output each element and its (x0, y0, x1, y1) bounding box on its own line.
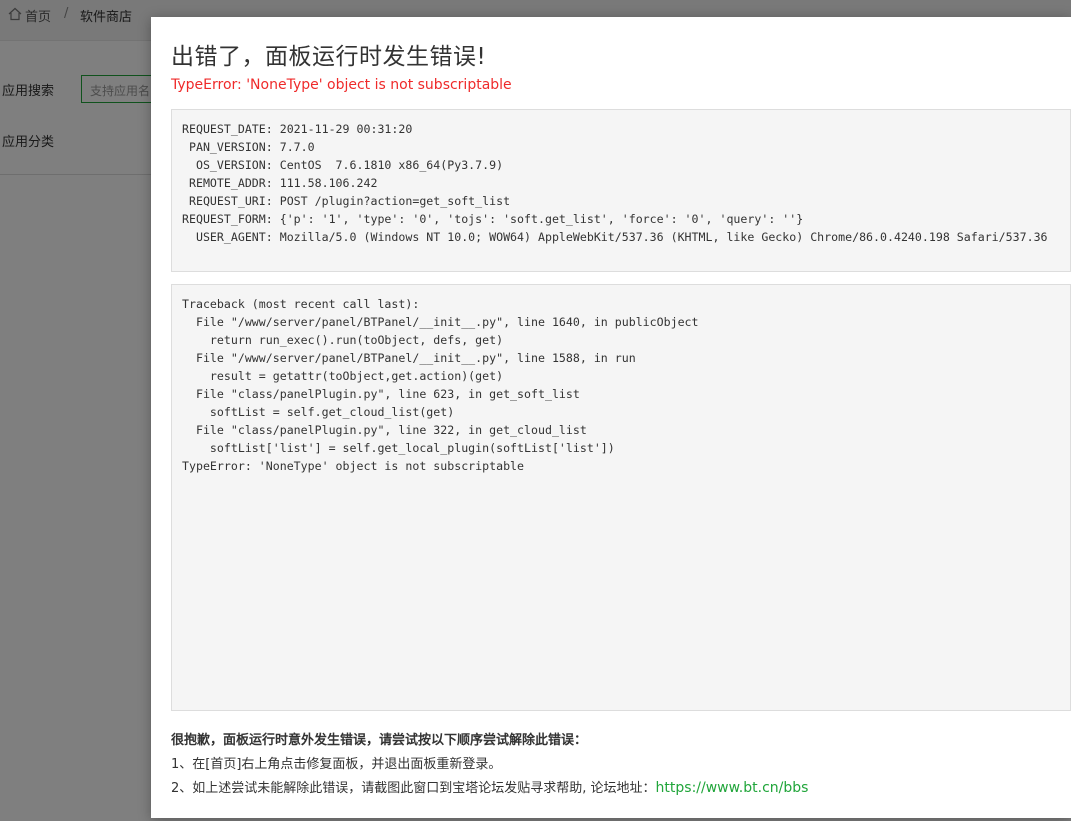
request-info-line: REQUEST_URI: POST /plugin?action=get_sof… (182, 194, 511, 208)
request-info-lines: REQUEST_DATE: 2021-11-29 00:31:20 PAN_VE… (182, 120, 1048, 246)
traceback-line: File "class/panelPlugin.py", line 322, i… (182, 423, 587, 437)
traceback-line: File "class/panelPlugin.py", line 623, i… (182, 387, 580, 401)
request-info-line: REQUEST_DATE: 2021-11-29 00:31:20 (182, 122, 413, 136)
help-step-1: 1、在[首页]右上角点击修复面板，并退出面板重新登录。 (171, 757, 502, 772)
request-info-line: REQUEST_FORM: {'p': '1', 'type': '0', 't… (182, 212, 804, 226)
request-info-line: USER_AGENT: Mozilla/5.0 (Windows NT 10.0… (182, 230, 1048, 244)
request-info-line: REMOTE_ADDR: 111.58.106.242 (182, 176, 378, 190)
error-dialog: 出错了，面板运行时发生错误! TypeError: 'NoneType' obj… (151, 17, 1071, 818)
traceback-line: File "/www/server/panel/BTPanel/__init__… (182, 315, 699, 329)
request-info-line: OS_VERSION: CentOS 7.6.1810 x86_64(Py3.7… (182, 158, 504, 172)
traceback-line: return run_exec().run(toObject, defs, ge… (182, 333, 504, 347)
request-info-line: PAN_VERSION: 7.7.0 (182, 140, 315, 154)
help-title: 很抱歉，面板运行时意外发生错误，请尝试按以下顺序尝试解除此错误： (171, 733, 588, 748)
help-step-2-text: 2、如上述尝试未能解除此错误，请截图此窗口到宝塔论坛发贴寻求帮助, 论坛地址： (171, 781, 656, 796)
forum-link[interactable]: https://www.bt.cn/bbs (656, 780, 809, 796)
traceback-line: softList = self.get_cloud_list(get) (182, 405, 455, 419)
traceback-line: result = getattr(toObject,get.action)(ge… (182, 369, 504, 383)
traceback-line: TypeError: 'NoneType' object is not subs… (182, 459, 525, 473)
traceback-line: softList['list'] = self.get_local_plugin… (182, 441, 615, 455)
error-message: TypeError: 'NoneType' object is not subs… (171, 77, 512, 93)
help-step-2: 2、如上述尝试未能解除此错误，请截图此窗口到宝塔论坛发贴寻求帮助, 论坛地址：h… (171, 777, 808, 796)
traceback-line: Traceback (most recent call last): (182, 297, 420, 311)
request-info-box: REQUEST_DATE: 2021-11-29 00:31:20 PAN_VE… (171, 109, 1071, 272)
traceback-box: Traceback (most recent call last): File … (171, 284, 1071, 711)
dialog-title: 出错了，面板运行时发生错误! (171, 44, 487, 70)
traceback-lines: Traceback (most recent call last): File … (182, 295, 699, 475)
traceback-line: File "/www/server/panel/BTPanel/__init__… (182, 351, 636, 365)
